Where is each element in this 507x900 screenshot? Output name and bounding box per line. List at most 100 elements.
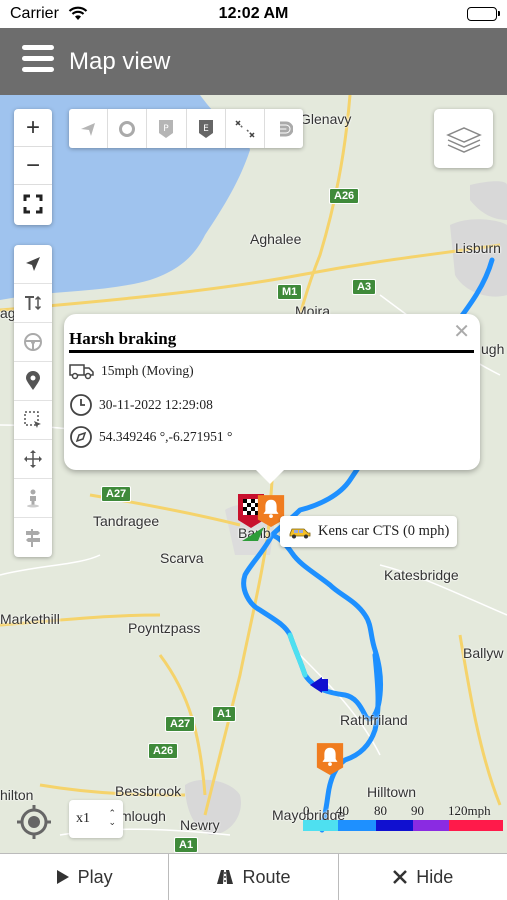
page-title: Map view [69, 48, 171, 75]
layers-icon [445, 126, 482, 153]
fullscreen-button[interactable] [14, 185, 52, 223]
arrow-icon [81, 122, 96, 136]
playback-speed-value: x1 [76, 811, 90, 826]
legend-color-bar [303, 820, 503, 831]
bottom-action-bar: Play Route Hide [0, 853, 507, 900]
hamburger-menu-icon[interactable] [22, 45, 54, 75]
svg-text:P: P [164, 124, 170, 134]
legend-label: 80 [374, 803, 387, 818]
road-shield: A26 [148, 743, 179, 759]
popup-speed-row: 15mph (Moving) [69, 362, 194, 380]
legend-label: 120mph [448, 803, 491, 818]
text-size-icon [25, 295, 42, 311]
fullscreen-icon [23, 194, 43, 214]
play-label: Play [77, 866, 113, 887]
navigate-button[interactable] [14, 245, 52, 284]
draw-toolbar: P E [69, 109, 303, 148]
road-icon [216, 869, 234, 885]
place-label: Ballyw [463, 645, 504, 661]
draw-polyline-button[interactable] [69, 109, 109, 148]
close-icon [392, 869, 408, 885]
place-label: Katesbridge [384, 567, 459, 583]
place-label: Bessbrook [115, 783, 182, 799]
playback-speed-select[interactable]: x1 ⌃ ⌄ [69, 800, 123, 838]
battery-icon [467, 7, 500, 21]
legend-swatch [303, 820, 338, 831]
popup-divider [69, 350, 474, 353]
popup-coordinates: 54.349246 °,-6.271951 ° [99, 429, 233, 444]
popup-time-row: 30-11-2022 12:29:08 [69, 393, 213, 417]
measure-button[interactable] [226, 109, 265, 148]
magnet-icon [279, 121, 293, 136]
hide-label: Hide [416, 866, 454, 887]
vehicle-direction-icon[interactable] [240, 525, 266, 543]
road-shield: A1 [212, 706, 237, 722]
steering-wheel-button[interactable] [14, 323, 52, 362]
legend-swatch [376, 820, 413, 831]
zoom-in-button[interactable]: + [14, 109, 52, 147]
select-area-button[interactable] [14, 401, 52, 440]
clock: 12:02 AM [218, 5, 289, 22]
legend-label: 0 [303, 803, 310, 818]
zoom-controls: + − [14, 109, 52, 225]
route-label: Route [242, 866, 291, 887]
popup-datetime: 30-11-2022 12:29:08 [99, 397, 213, 412]
magnet-button[interactable] [265, 109, 303, 148]
event-popup: ✕ Harsh braking 15mph (Moving) 30-11-202… [64, 314, 480, 484]
location-pin-button[interactable] [14, 362, 52, 401]
popup-title: Harsh braking [69, 329, 177, 348]
road-shield: A27 [101, 486, 132, 502]
speed-legend: 0 40 80 90 120mph [303, 803, 503, 833]
clock-icon [70, 394, 92, 416]
poi-marker-icon: P [159, 119, 174, 138]
street-view-button[interactable] [14, 479, 52, 518]
place-label: Hilltown [367, 784, 417, 800]
map-base [0, 95, 507, 836]
move-button[interactable] [14, 440, 52, 479]
play-icon [56, 869, 70, 885]
edit-marker-icon: E [198, 119, 213, 138]
place-label: Rathfriland [340, 712, 408, 728]
directions-button[interactable] [14, 518, 52, 557]
place-label: Scarva [160, 550, 204, 566]
legend-label: 40 [336, 803, 349, 818]
popup-close-button[interactable]: ✕ [453, 319, 470, 343]
vehicle-label[interactable]: Kens car CTS (0 mph) [280, 516, 458, 547]
pegman-icon [27, 489, 39, 508]
layers-button[interactable] [434, 109, 493, 168]
left-toolbar [14, 245, 52, 557]
navigation-arrow-icon [26, 257, 40, 271]
place-label: Poyntzpass [128, 620, 201, 636]
draw-circle-button[interactable] [108, 109, 148, 148]
road-shield: A26 [329, 188, 360, 204]
hide-button[interactable]: Hide [339, 854, 507, 900]
play-button[interactable]: Play [0, 854, 170, 900]
map-view[interactable]: Glenavy Aghalee Lisburn Moira ugh ag Tan… [0, 95, 507, 853]
crosshair-icon [17, 805, 51, 839]
road-shield: A27 [165, 716, 196, 732]
circle-icon [119, 120, 136, 137]
svg-text:E: E [203, 124, 209, 134]
compass-icon [70, 426, 92, 448]
place-label: Aghalee [250, 231, 302, 247]
legend-swatch [449, 820, 503, 831]
road-shield: M1 [277, 284, 303, 300]
place-label: Markethill [0, 611, 60, 627]
signpost-icon [26, 528, 40, 547]
road-shield: A1 [174, 837, 199, 853]
road-shield: A3 [352, 279, 377, 295]
car-icon [289, 528, 311, 538]
locate-button[interactable] [12, 800, 56, 844]
alert-bell-marker[interactable] [315, 740, 345, 778]
legend-swatch [338, 820, 376, 831]
text-size-button[interactable] [14, 284, 52, 323]
edit-layer-button[interactable]: E [187, 109, 226, 148]
zoom-out-button[interactable]: − [14, 147, 52, 185]
place-label: Newry [180, 817, 220, 833]
place-label: mlough [120, 808, 166, 824]
draw-poi-button[interactable]: P [147, 109, 187, 148]
route-button[interactable]: Route [169, 854, 339, 900]
move-icon [24, 450, 42, 468]
measure-icon [235, 119, 255, 138]
status-bar: Carrier 12:02 AM [0, 0, 507, 28]
